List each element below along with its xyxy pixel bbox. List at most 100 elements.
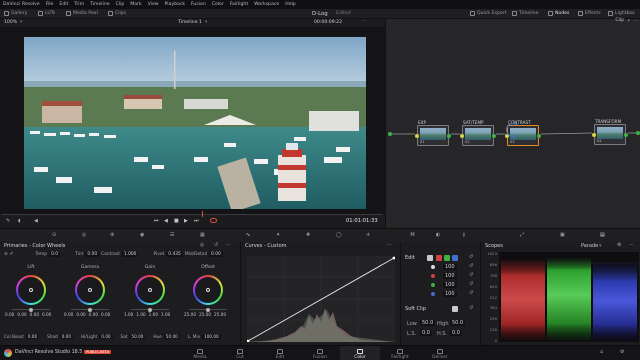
curves-options-icon[interactable]: ⋯: [387, 242, 392, 248]
menu-trim[interactable]: Trim: [74, 2, 84, 7]
zoom-level[interactable]: 100%: [4, 20, 17, 25]
tint-value[interactable]: 0.00: [85, 252, 100, 257]
scope-settings-icon[interactable]: ⚙: [617, 242, 621, 248]
node-graph[interactable]: Clip ▾ ⋯ EXP 01 SAT/TEMP 02 CONTRAST 03 …: [385, 18, 640, 228]
quick-export-button[interactable]: Quick Export: [470, 10, 507, 16]
green-channel-toggle[interactable]: [444, 255, 450, 261]
zoom-dropdown-icon[interactable]: ▾: [20, 20, 22, 25]
curves-icon[interactable]: ∿: [246, 232, 250, 238]
gamma-wheel[interactable]: [75, 275, 105, 305]
page-fairlight[interactable]: Fairlight: [380, 346, 420, 360]
timeline-dropdown-icon[interactable]: ▾: [205, 20, 207, 25]
reverse-play-button[interactable]: ◀: [164, 218, 168, 224]
soft-clip-ls[interactable]: 0.0: [420, 330, 432, 336]
temp-value[interactable]: 0.0: [49, 252, 61, 257]
luma-intensity[interactable]: 100: [443, 264, 457, 270]
clips-button[interactable]: Clips: [108, 10, 126, 16]
luts-button[interactable]: LUTs: [38, 10, 55, 16]
gain-master-slider[interactable]: [131, 307, 169, 312]
blue-intensity[interactable]: 100: [443, 291, 457, 297]
node-output[interactable]: [492, 134, 496, 138]
blur-icon[interactable]: ◐: [436, 232, 440, 238]
scope-mode-dropdown-icon[interactable]: ▾: [599, 243, 602, 249]
scopes-icon[interactable]: ▤: [600, 232, 605, 238]
menu-mark[interactable]: Mark: [130, 2, 141, 7]
menu-color[interactable]: Color: [212, 2, 224, 7]
soft-clip-low[interactable]: 50.0: [420, 320, 436, 326]
red-reset-icon[interactable]: ↺: [469, 272, 473, 278]
node-input[interactable]: [460, 134, 464, 138]
color-boost-value[interactable]: 0.00: [25, 334, 40, 339]
page-edit[interactable]: Edit: [260, 346, 300, 360]
gamma-master-slider[interactable]: [71, 307, 109, 312]
mid-detail-value[interactable]: 0.00: [209, 252, 223, 257]
menu-view[interactable]: View: [148, 2, 159, 7]
motion-effects-icon[interactable]: ▦: [200, 232, 205, 238]
green-reset-icon[interactable]: ↺: [469, 281, 473, 287]
curve-graph[interactable]: [247, 256, 395, 342]
lift-master-slider[interactable]: [12, 307, 50, 312]
timeline-toggle-button[interactable]: Timeline: [512, 10, 539, 16]
green-intensity[interactable]: 100: [443, 282, 457, 288]
3d-icon[interactable]: ▣: [560, 232, 565, 238]
magic-mask-icon[interactable]: ⌘: [410, 232, 415, 238]
pencil-icon[interactable]: ✎: [6, 218, 10, 224]
pivot-value[interactable]: 0.435: [166, 252, 183, 257]
menu-fusion[interactable]: Fusion: [191, 2, 206, 7]
viewer-options-icon[interactable]: ⋯: [362, 19, 367, 24]
playhead[interactable]: [202, 211, 203, 217]
go-to-end-button[interactable]: ⏭: [194, 218, 199, 224]
scope-mode-select[interactable]: Parade: [581, 243, 598, 249]
offset-wheel[interactable]: [193, 275, 223, 305]
menu-edit[interactable]: Edit: [59, 2, 68, 7]
qualifier-icon[interactable]: ✚: [306, 232, 310, 238]
primaries-options-icon[interactable]: ⋯: [226, 242, 231, 248]
reset-icon[interactable]: ↺: [214, 242, 218, 248]
red-intensity[interactable]: 100: [443, 273, 457, 279]
soft-clip-high[interactable]: 50.0: [450, 320, 466, 326]
menu-file[interactable]: File: [46, 2, 54, 7]
play-button[interactable]: ▶: [184, 218, 188, 224]
effects-toggle-button[interactable]: Effects: [578, 10, 601, 16]
saturation-value[interactable]: 50.00: [129, 334, 146, 339]
shadows-value[interactable]: 0.00: [59, 334, 74, 339]
soft-clip-reset-icon[interactable]: ↺: [469, 305, 473, 311]
blue-reset-icon[interactable]: ↺: [469, 290, 473, 296]
media-pool-button[interactable]: Media Pool: [66, 10, 98, 16]
primaries-mode-icon[interactable]: ◎: [200, 242, 204, 248]
menu-playback[interactable]: Playback: [165, 2, 186, 7]
node-output[interactable]: [447, 134, 451, 138]
soft-clip-channel-toggle[interactable]: [452, 306, 458, 312]
go-to-start-button[interactable]: ⏮: [154, 218, 159, 224]
edit-reset-icon[interactable]: ↺: [469, 254, 473, 260]
scope-options-icon[interactable]: ⋯: [629, 242, 634, 248]
blue-channel-toggle[interactable]: [452, 255, 458, 261]
node-input[interactable]: [592, 133, 596, 137]
hue-value[interactable]: 50.00: [163, 334, 180, 339]
node-transform[interactable]: TRANSFORM 04: [592, 119, 628, 145]
loop-button[interactable]: [210, 218, 217, 223]
node-exp[interactable]: EXP 01: [415, 120, 451, 146]
lum-mix-value[interactable]: 100.00: [202, 334, 221, 339]
link-channels-toggle[interactable]: [427, 255, 433, 261]
nodes-toggle-button[interactable]: Nodes: [548, 10, 569, 16]
menu-app[interactable]: DaVinci Resolve: [3, 2, 40, 7]
page-media[interactable]: Media: [180, 346, 220, 360]
highlights-value[interactable]: 0.00: [99, 334, 113, 339]
scrub-bar[interactable]: [2, 214, 382, 215]
menu-clip[interactable]: Clip: [116, 2, 125, 7]
node-input[interactable]: [415, 134, 419, 138]
speaker-icon[interactable]: ◀: [34, 218, 38, 224]
window-icon[interactable]: ◯: [336, 232, 342, 238]
key-icon[interactable]: ⚷: [462, 232, 466, 238]
node-sat-temp[interactable]: SAT/TEMP 02: [460, 120, 496, 146]
gain-wheel[interactable]: [135, 275, 165, 305]
node-output[interactable]: [537, 134, 541, 138]
luma-reset-icon[interactable]: ↺: [469, 263, 473, 269]
settings-icon[interactable]: ⚙: [620, 349, 624, 355]
audio-icon[interactable]: ◖: [18, 218, 21, 224]
menu-help[interactable]: Help: [285, 2, 295, 7]
menu-fairlight[interactable]: Fairlight: [230, 2, 248, 7]
color-warper-icon[interactable]: ✦: [276, 232, 280, 238]
timeline-name[interactable]: Timeline 1: [178, 20, 202, 25]
